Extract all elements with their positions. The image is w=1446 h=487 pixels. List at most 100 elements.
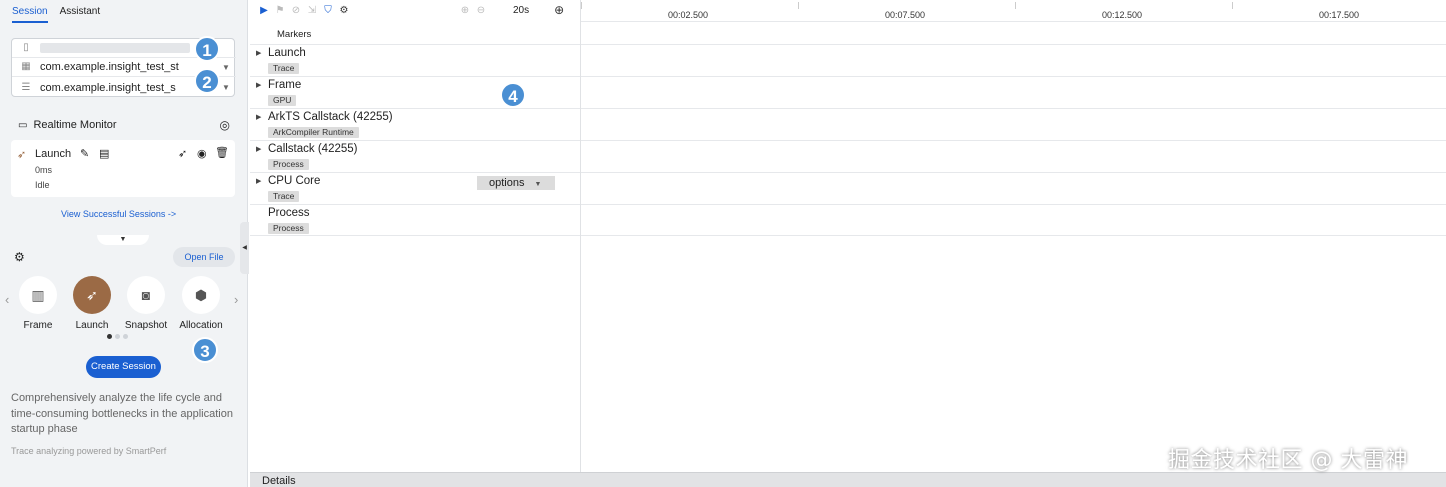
lane-title: Frame (268, 79, 302, 91)
lane-tag: Process (268, 159, 309, 170)
expand-arrow-icon[interactable]: ▶ (256, 177, 261, 185)
tool-frame[interactable]: ▥ Frame (19, 276, 57, 331)
lane-divider[interactable] (580, 0, 581, 472)
target-icon[interactable]: ◎ (220, 118, 230, 132)
tool-label: Launch (75, 320, 109, 331)
session-time: 0ms (35, 165, 53, 175)
realtime-monitor-label: Realtime Monitor (33, 119, 117, 131)
lane-title: Callstack (42255) (268, 143, 358, 155)
options-dropdown[interactable]: options ▼ (477, 176, 555, 190)
play-icon[interactable]: ▶ (256, 5, 272, 16)
tool-snapshot[interactable]: ◙ Snapshot (125, 276, 167, 331)
tick-mark (1015, 2, 1016, 9)
collapse-left-panel-handle[interactable]: ◀ (240, 222, 249, 274)
zoom-out-icon[interactable]: ⊖ (473, 5, 489, 16)
markers-label: Markers (277, 29, 312, 40)
lane-title: Launch (268, 47, 306, 59)
add-icon[interactable]: ⊕ (551, 3, 567, 17)
tool-description: Comprehensively analyze the life cycle a… (11, 392, 233, 435)
carousel-dots (107, 334, 128, 339)
chevron-down-icon[interactable]: ▼ (222, 63, 236, 72)
expand-arrow-icon[interactable]: ▶ (256, 113, 261, 121)
filter-icon[interactable]: ⛉ (320, 5, 336, 16)
camera-icon: ◙ (127, 276, 165, 314)
create-session-button[interactable]: Create Session (86, 356, 161, 378)
lane-launch[interactable]: ▶ Launch Trace (250, 44, 1446, 76)
chevron-left-icon[interactable]: ‹ (5, 292, 9, 307)
lane-tag: Trace (268, 63, 300, 74)
time-range[interactable]: 20s (513, 5, 529, 16)
collapse-handle[interactable]: ▼ (97, 235, 149, 245)
lane-tag: Trace (268, 191, 300, 202)
lane-process[interactable]: Process Process (250, 204, 1446, 236)
tick-mark (581, 2, 582, 9)
tool-label: Snapshot (124, 320, 168, 331)
rocket-icon: ➶ (73, 276, 111, 314)
tab-session[interactable]: Session (12, 6, 48, 23)
lane-title: CPU Core (268, 175, 321, 187)
tool-label: Allocation (179, 320, 223, 331)
settings-gear-icon[interactable]: ⚙ (14, 250, 25, 264)
options-label: options (489, 177, 525, 189)
lane-tag: Process (268, 223, 309, 234)
trash-icon[interactable]: 🗑 (215, 146, 229, 159)
annotation-badge-3: 3 (192, 337, 218, 363)
tick-label: 00:17.500 (1319, 10, 1360, 20)
stop-circle-icon[interactable]: ⊘ (288, 5, 304, 16)
app-name: com.example.insight_test_st (40, 61, 179, 73)
edit-icon[interactable]: ✎ (80, 147, 89, 160)
watermark: 掘金技术社区 @ 大雷神 (1168, 448, 1408, 473)
process-list-icon: ☰ (21, 81, 31, 93)
details-panel: Details (250, 472, 1446, 487)
tab-assistant[interactable]: Assistant (60, 6, 101, 23)
tool-allocation[interactable]: ⬢ Allocation (179, 276, 223, 331)
tick-label: 00:02.500 (668, 10, 709, 20)
open-file-button[interactable]: Open File (173, 247, 235, 267)
lane-title: ArkTS Callstack (42255) (268, 111, 393, 123)
panel-tabs: Session Assistant (12, 6, 100, 23)
expand-arrow-icon[interactable]: ▶ (256, 49, 261, 57)
session-card[interactable]: ➶ Launch ✎ ▤ ➶ ◉ 🗑 0ms Idle (11, 140, 235, 197)
device-name-blurred (40, 43, 190, 53)
view-successful-sessions-link[interactable]: View Successful Sessions -> (61, 209, 176, 219)
timeline-ruler[interactable]: 00:02.500 00:07.500 00:12.500 00:17.500 (581, 0, 1446, 22)
lane-arkts-callstack[interactable]: ▶ ArkTS Callstack (42255) ArkCompiler Ru… (250, 108, 1446, 140)
rocket-icon: ➶ (17, 149, 27, 161)
details-label[interactable]: Details (262, 475, 296, 487)
record-icon[interactable]: ◉ (197, 147, 207, 160)
monitor-icon: ▭ (18, 119, 28, 131)
realtime-monitor: ▭ Realtime Monitor ◎ (18, 118, 230, 132)
details-icon[interactable]: ▤ (99, 147, 109, 160)
flag-icon[interactable]: ⚑ (272, 5, 288, 16)
lane-frame[interactable]: ▶ Frame GPU (250, 76, 1446, 108)
chevron-down-icon: ▼ (534, 181, 542, 188)
chevron-down-icon[interactable]: ▼ (222, 83, 236, 92)
tick-label: 00:12.500 (1102, 10, 1143, 20)
powered-by-text: Trace analyzing powered by SmartPerf (11, 446, 167, 456)
frame-icon: ▥ (19, 276, 57, 314)
phone-icon: ▯ (23, 42, 29, 53)
carousel-dot[interactable] (115, 334, 120, 339)
lane-cpu-core[interactable]: ▶ CPU Core Trace (250, 172, 1446, 204)
session-status: Idle (35, 180, 50, 190)
tick-mark (1232, 2, 1233, 9)
annotation-badge-1: 1 (194, 36, 220, 62)
tool-launch[interactable]: ➶ Launch (73, 276, 111, 331)
expand-arrow-icon[interactable]: ▶ (256, 81, 261, 89)
tool-label: Frame (23, 320, 53, 331)
annotation-badge-2: 2 (194, 68, 220, 94)
lane-callstack[interactable]: ▶ Callstack (42255) Process (250, 140, 1446, 172)
session-name: Launch (35, 148, 72, 160)
launch-rocket-icon[interactable]: ➶ (178, 147, 187, 160)
carousel-dot[interactable] (107, 334, 112, 339)
settings-gear-icon[interactable]: ⚙ (336, 5, 352, 16)
expand-arrow-icon[interactable]: ▶ (256, 145, 261, 153)
lane-tag: GPU (268, 95, 297, 106)
tick-mark (798, 2, 799, 9)
carousel-dot[interactable] (123, 334, 128, 339)
tick-label: 00:07.500 (885, 10, 926, 20)
zoom-in-icon[interactable]: ⊕ (457, 5, 473, 16)
session-panel: Session Assistant ▯ ▦ com.example.insigh… (0, 0, 248, 487)
chevron-right-icon[interactable]: › (234, 292, 238, 307)
export-icon[interactable]: ⇲ (304, 5, 320, 16)
